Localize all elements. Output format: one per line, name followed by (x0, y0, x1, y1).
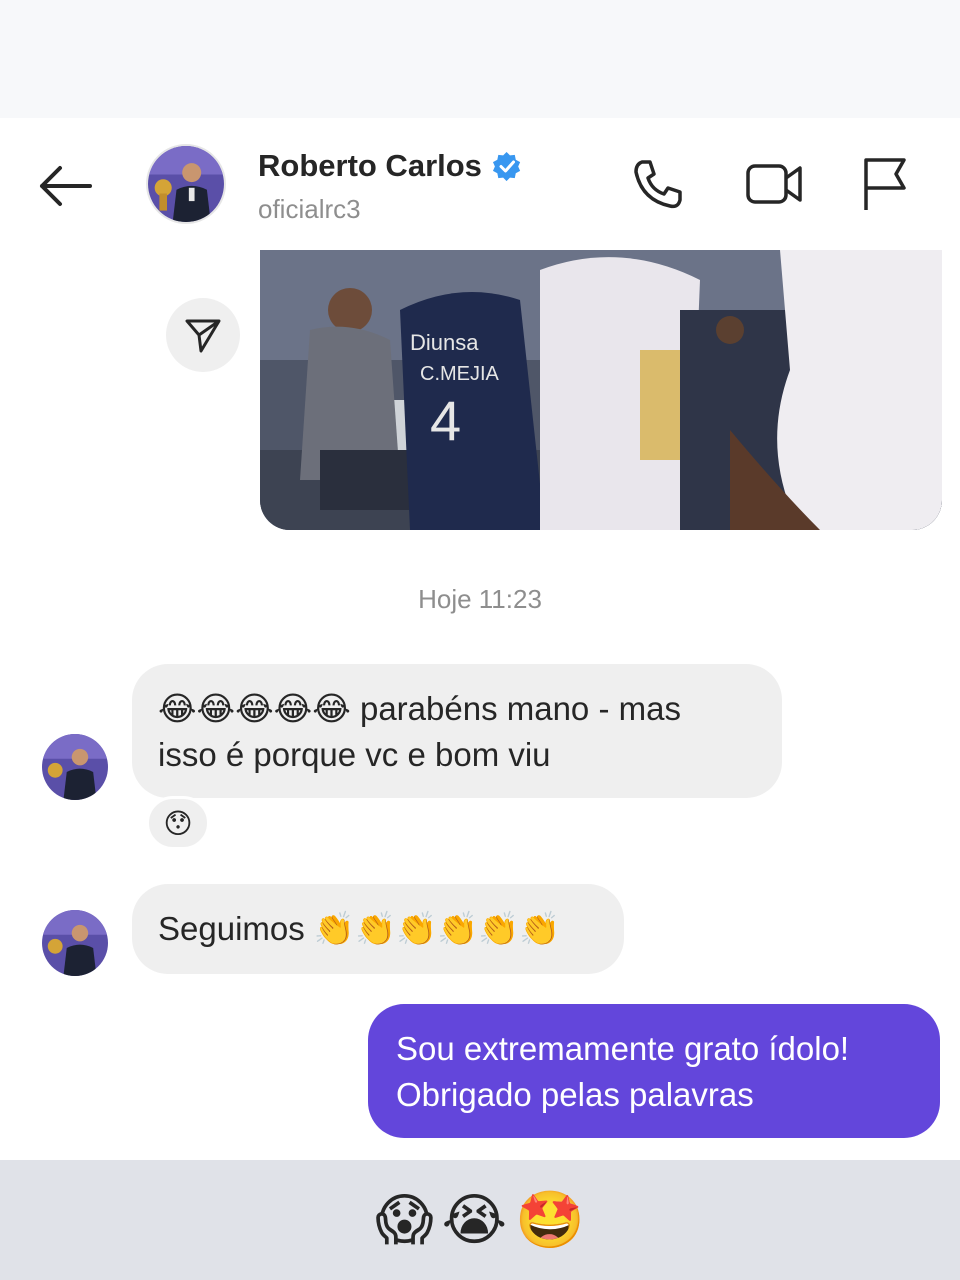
phone-icon[interactable] (628, 154, 688, 214)
avatar-image (148, 146, 224, 222)
message-reaction[interactable]: 😯 (146, 796, 210, 850)
shared-video-thumbnail[interactable]: Diunsa C.MEJIA 4 (260, 250, 942, 530)
video-camera-icon[interactable] (744, 154, 804, 214)
avatar-image (42, 734, 108, 800)
star-struck-emoji-icon: 🤩 (515, 1188, 585, 1253)
clapping-emoji-icon: 👏👏👏👏👏👏 (313, 909, 561, 948)
chat-timestamp: Hoje 11:23 (418, 584, 542, 614)
message-line-1: 😂😂😂😂😂 parabéns mano - mas (158, 686, 756, 732)
contact-avatar-small[interactable] (42, 910, 108, 976)
screaming-emoji-icon: 😱 (375, 1187, 434, 1253)
contact-avatar-small[interactable] (42, 734, 108, 800)
match-scene-image: Diunsa C.MEJIA 4 (260, 250, 942, 530)
svg-text:4: 4 (430, 389, 461, 452)
laughing-emoji-icon: 😂😂😂😂😂 (158, 689, 351, 728)
contact-name-row[interactable]: Roberto Carlos (258, 148, 522, 184)
outgoing-message[interactable]: Sou extremamente grato ídolo! Obrigado p… (368, 1004, 940, 1138)
avatar-image (42, 910, 108, 976)
send-share-icon (185, 319, 221, 353)
incoming-message[interactable]: 😂😂😂😂😂 parabéns mano - mas isso é porque … (132, 664, 782, 798)
status-bar-area (0, 0, 960, 118)
message-line-2: Obrigado pelas palavras (396, 1076, 754, 1113)
verified-badge-icon (492, 151, 521, 181)
crying-emoji-icon: 😭 (441, 1187, 508, 1253)
share-button[interactable] (166, 298, 240, 372)
svg-text:C.MEJIA: C.MEJIA (420, 363, 500, 385)
message-line-2: isso é porque vc e bom viu (158, 736, 551, 773)
contact-name: Roberto Carlos (258, 148, 482, 183)
message-text: Seguimos (158, 910, 314, 947)
flag-icon[interactable] (856, 154, 916, 214)
contact-username[interactable]: oficialrc3 (258, 194, 361, 225)
contact-avatar[interactable] (146, 144, 226, 224)
emoji-overlay-bar: 😱 😭 🤩 (0, 1160, 960, 1280)
svg-text:Diunsa: Diunsa (410, 330, 479, 355)
message-text: parabéns mano - mas (350, 690, 681, 727)
incoming-message[interactable]: Seguimos 👏👏👏👏👏👏 (132, 884, 624, 974)
back-arrow-icon[interactable] (34, 160, 96, 212)
surprised-emoji-icon: 😯 (163, 806, 193, 840)
message-line-1: Sou extremamente grato ídolo! (396, 1030, 850, 1067)
